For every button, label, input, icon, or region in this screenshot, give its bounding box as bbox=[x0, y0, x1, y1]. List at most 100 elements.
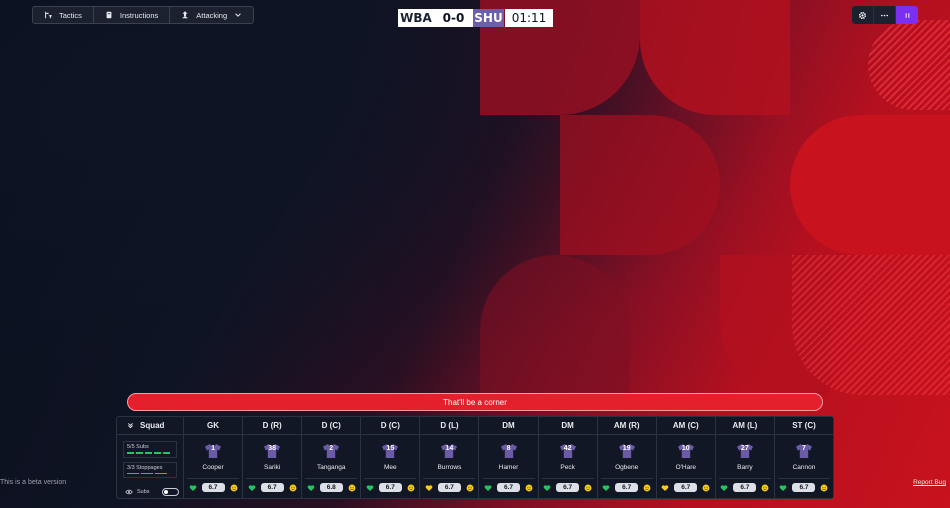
player-shirt: 2 bbox=[322, 443, 340, 459]
player-shirt: 14 bbox=[440, 443, 458, 459]
subs-bars bbox=[127, 452, 173, 454]
position-label: AM (L) bbox=[715, 417, 774, 435]
player-stats: 6.7 bbox=[366, 483, 415, 492]
morale-face-icon bbox=[525, 484, 533, 491]
morale-face-icon bbox=[643, 484, 651, 491]
squad-info-column: Squad 5/5 Subs 3/3 Stoppages Subs bbox=[117, 417, 184, 498]
divider bbox=[600, 478, 653, 479]
settings-button[interactable] bbox=[852, 6, 874, 24]
divider bbox=[482, 478, 535, 479]
substitution-info: 5/5 Subs 3/3 Stoppages bbox=[123, 441, 177, 482]
tactics-button[interactable]: Tactics bbox=[33, 7, 94, 23]
player-column[interactable]: DM 42 Peck 6.7 bbox=[538, 417, 598, 498]
position-label: D (L) bbox=[420, 417, 479, 435]
chevron-down-icon bbox=[235, 13, 241, 17]
condition-heart-icon bbox=[307, 484, 315, 491]
player-rating: 6.7 bbox=[556, 483, 580, 492]
player-name: Hamer bbox=[498, 464, 519, 471]
eye-icon bbox=[125, 489, 133, 495]
condition-heart-icon bbox=[721, 484, 728, 491]
player-name: Barry bbox=[737, 464, 753, 471]
shirt-number: 38 bbox=[268, 445, 277, 452]
divider bbox=[246, 478, 299, 479]
report-bug-link[interactable]: Report Bug bbox=[913, 479, 946, 486]
position-label: AM (C) bbox=[656, 417, 715, 435]
player-shirt: 1 bbox=[204, 443, 222, 459]
player-shirt: 38 bbox=[263, 443, 281, 459]
player-column[interactable]: AM (R) 19 Ogbene 6.7 bbox=[597, 417, 657, 498]
condition-heart-icon bbox=[662, 484, 669, 491]
divider bbox=[541, 478, 594, 479]
player-name: Ogbene bbox=[615, 464, 639, 471]
divider bbox=[364, 478, 417, 479]
player-rating: 6.7 bbox=[615, 483, 639, 492]
player-column[interactable]: D (L) 14 Burrows 6.7 bbox=[420, 417, 480, 498]
player-shirt: 8 bbox=[500, 443, 518, 459]
player-column[interactable]: GK 1 Cooper 6.7 bbox=[184, 417, 244, 498]
player-rating: 6.7 bbox=[201, 483, 225, 492]
shirt-number: 42 bbox=[563, 445, 572, 452]
player-stats: 6.7 bbox=[661, 483, 710, 492]
player-column[interactable]: D (R) 38 Sariki 6.7 bbox=[243, 417, 303, 498]
pause-button[interactable] bbox=[896, 6, 918, 24]
position-label: D (C) bbox=[361, 417, 420, 435]
player-column[interactable]: D (C) 2 Tanganga 6.8 bbox=[302, 417, 362, 498]
condition-heart-icon bbox=[543, 484, 551, 491]
condition-heart-icon bbox=[366, 484, 374, 491]
squad-panel: Squad 5/5 Subs 3/3 Stoppages Subs GK 1 Coo… bbox=[116, 416, 834, 499]
player-name: Cannon bbox=[792, 464, 816, 471]
position-label: D (R) bbox=[243, 417, 302, 435]
divider bbox=[718, 478, 771, 479]
shirt-number: 7 bbox=[802, 445, 806, 452]
subs-toggle-switch[interactable] bbox=[161, 488, 179, 496]
divider bbox=[187, 478, 240, 479]
commentary-banner: That'll be a corner bbox=[127, 393, 823, 411]
player-name: Burrows bbox=[437, 464, 462, 471]
player-column[interactable]: AM (C) 10 O'Hare 6.7 bbox=[656, 417, 716, 498]
attacking-icon bbox=[182, 11, 188, 19]
stoppages-remaining: 3/3 Stoppages bbox=[123, 461, 177, 478]
more-icon bbox=[880, 14, 889, 16]
squad-toggle[interactable]: Squad bbox=[117, 417, 183, 435]
player-rating: 6.7 bbox=[437, 483, 461, 492]
player-name: Peck bbox=[560, 464, 575, 471]
player-name: Tanganga bbox=[316, 464, 346, 471]
morale-face-icon bbox=[289, 484, 297, 491]
top-toolbar: Tactics Instructions Attacking bbox=[32, 6, 255, 24]
instructions-button[interactable]: Instructions bbox=[94, 7, 171, 23]
condition-heart-icon bbox=[189, 484, 196, 491]
morale-face-icon bbox=[584, 484, 592, 491]
more-button[interactable] bbox=[874, 6, 896, 24]
condition-heart-icon bbox=[248, 484, 255, 491]
player-rating: 6.7 bbox=[260, 483, 284, 492]
divider bbox=[659, 478, 712, 479]
player-column[interactable]: ST (C) 7 Cannon 6.7 bbox=[774, 417, 834, 498]
player-stats: 6.8 bbox=[307, 483, 356, 492]
player-shirt: 10 bbox=[677, 443, 695, 459]
player-name: O'Hare bbox=[675, 464, 696, 471]
player-stats: 6.7 bbox=[248, 483, 297, 492]
shirt-number: 14 bbox=[445, 445, 454, 452]
tactics-label: Tactics bbox=[59, 10, 82, 20]
condition-heart-icon bbox=[484, 484, 492, 491]
player-shirt: 27 bbox=[736, 443, 754, 459]
player-rating: 6.7 bbox=[497, 483, 521, 492]
shirt-number: 1 bbox=[211, 445, 215, 452]
condition-heart-icon bbox=[425, 484, 433, 491]
match-clock: 01:11 bbox=[505, 9, 553, 27]
home-team: WBA bbox=[398, 9, 434, 27]
mentality-dropdown[interactable]: Attacking bbox=[170, 7, 253, 23]
commentary-text: That'll be a corner bbox=[443, 397, 507, 407]
mentality-label: Attacking bbox=[196, 10, 228, 20]
scoreboard: WBA 0-0 SHU 01:11 bbox=[398, 9, 553, 27]
player-column[interactable]: D (C) 15 Mee 6.7 bbox=[361, 417, 421, 498]
shirt-number: 10 bbox=[681, 445, 690, 452]
instructions-label: Instructions bbox=[119, 10, 159, 20]
stoppages-remaining-label: 3/3 Stoppages bbox=[127, 464, 163, 471]
player-column[interactable]: AM (L) 27 Barry 6.7 bbox=[715, 417, 775, 498]
position-label: DM bbox=[479, 417, 538, 435]
shirt-number: 8 bbox=[506, 445, 511, 452]
player-column[interactable]: DM 8 Hamer 6.7 bbox=[479, 417, 539, 498]
tactics-icon bbox=[45, 11, 52, 19]
player-stats: 6.7 bbox=[425, 483, 474, 492]
